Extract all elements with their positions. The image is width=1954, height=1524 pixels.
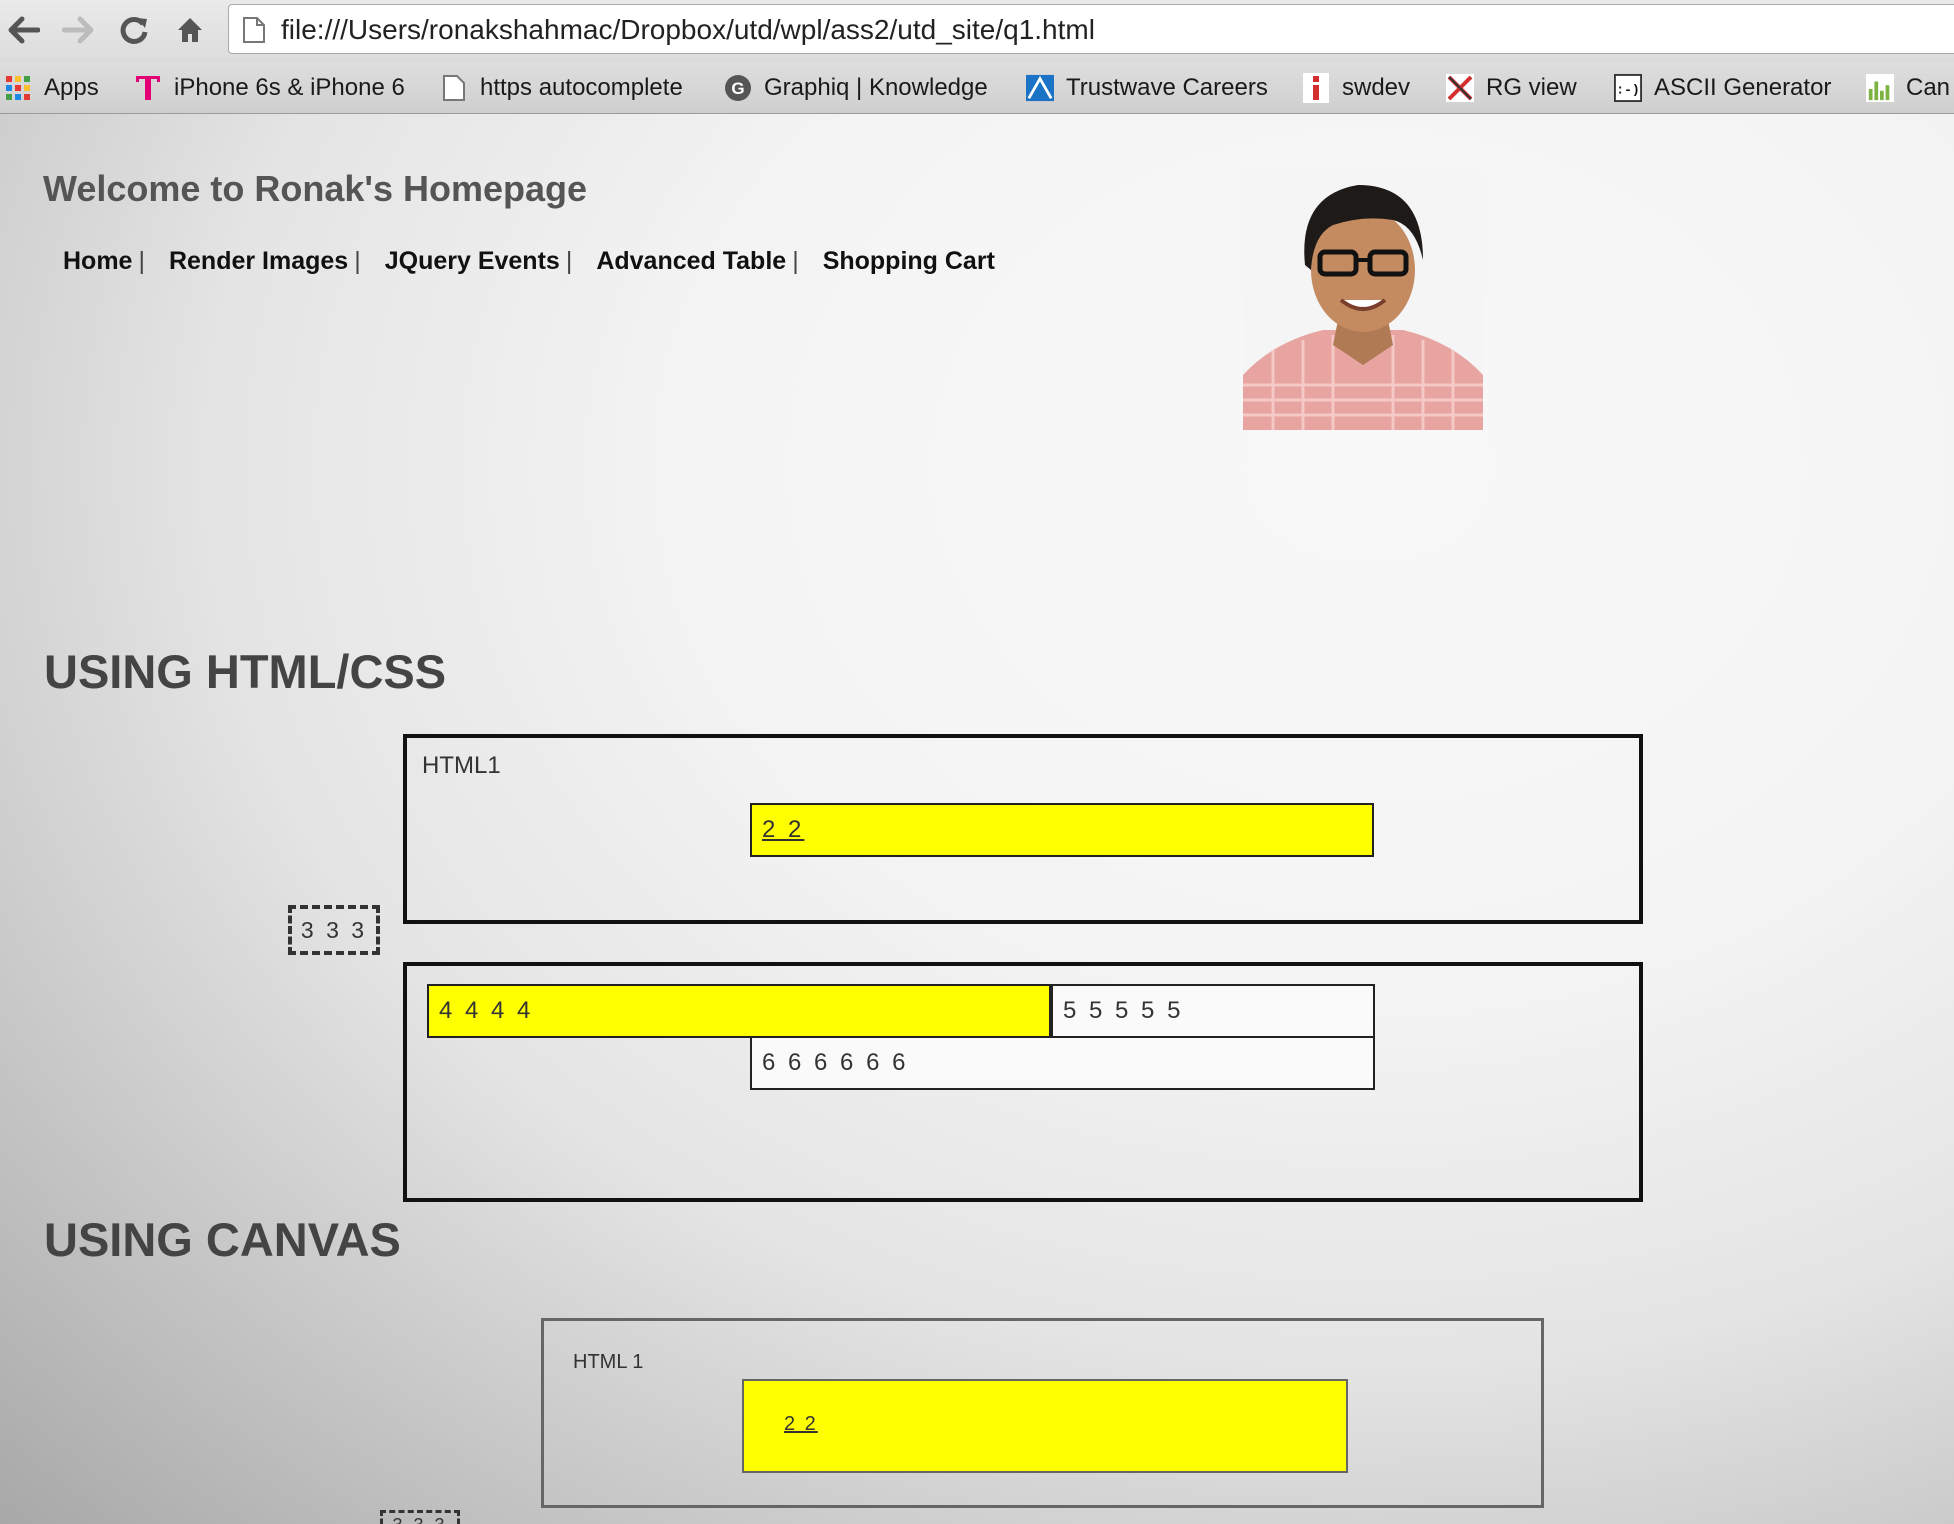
- nav-jquery-events[interactable]: JQuery Events: [385, 247, 560, 275]
- back-arrow-icon: [8, 16, 40, 44]
- bookmark-label: swdev: [1342, 74, 1411, 101]
- html-div1-label: HTML1: [422, 752, 501, 779]
- home-button[interactable]: [168, 8, 212, 52]
- nav-separator: |: [792, 247, 799, 275]
- ascii-icon: :-): [1614, 74, 1642, 102]
- home-icon: [178, 18, 202, 42]
- html-div2-box: 4 4 4 4 5 5 5 5 5 6 6 6 6 6 6: [403, 962, 1643, 1202]
- bookmark-label: Graphiq | Knowledge: [764, 74, 988, 101]
- page-content: Welcome to Ronak's Homepage Home | Render …: [0, 114, 1954, 1524]
- canvas-div1-box: HTML 1 2 2: [541, 1318, 1544, 1508]
- apps-grid-icon: [4, 74, 32, 102]
- site-nav: Home | Render Images | JQuery Events | Advance…: [63, 247, 995, 276]
- bookmark-label: Apps: [44, 74, 99, 101]
- html-cell-5: 5 5 5 5 5: [1051, 984, 1375, 1038]
- bookmark-apps[interactable]: Apps: [4, 70, 99, 106]
- url-text: file:///Users/ronakshahmac/Dropbox/utd/w…: [281, 14, 1095, 45]
- canvas-cell-2-text: 2 2: [784, 1413, 818, 1435]
- html-cell-6: 6 6 6 6 6 6: [750, 1036, 1375, 1090]
- html-cell-6-text: 6 6 6 6 6 6: [762, 1049, 909, 1076]
- reload-icon: [120, 16, 148, 44]
- html-cell-4: 4 4 4 4: [427, 984, 1051, 1038]
- graphiq-icon: G: [724, 74, 752, 102]
- page-icon: [243, 17, 265, 43]
- tmobile-icon: [134, 74, 162, 102]
- canvas-div1-label: HTML 1: [573, 1351, 644, 1373]
- address-bar[interactable]: file:///Users/ronakshahmac/Dropbox/utd/w…: [228, 4, 1954, 54]
- browser-toolbar: file:///Users/ronakshahmac/Dropbox/utd/w…: [0, 0, 1954, 62]
- site-title: Welcome to Ronak's Homepage: [43, 168, 588, 209]
- svg-text::-): :-): [1616, 83, 1640, 98]
- nav-separator: |: [565, 247, 573, 275]
- canvas-section-heading: USING CANVAS: [44, 1213, 401, 1266]
- bookmark-rg-view[interactable]: RG view: [1446, 70, 1577, 106]
- forward-button[interactable]: [56, 8, 100, 52]
- bookmark-iphone[interactable]: iPhone 6s & iPhone 6: [134, 70, 410, 106]
- bookmark-trustwave[interactable]: Trustwave Careers: [1026, 70, 1268, 106]
- nav-shopping-cart[interactable]: Shopping Cart: [823, 247, 995, 275]
- canvas-cell-3-text: 3 3 3: [392, 1515, 447, 1524]
- bookmark-label: https autocomplete: [480, 74, 683, 101]
- html-div1-box: HTML1 2 2: [403, 734, 1643, 924]
- nav-home[interactable]: Home: [63, 247, 132, 275]
- bookmark-ascii-generator[interactable]: :-) ASCII Generator: [1614, 70, 1831, 106]
- forward-arrow-icon: [62, 16, 94, 44]
- bookmark-label: Trustwave Careers: [1066, 74, 1268, 101]
- html-cell-3: 3 3 3: [288, 905, 380, 955]
- back-button[interactable]: [2, 8, 46, 52]
- trustwave-icon: [1026, 74, 1054, 102]
- nav-separator: |: [138, 247, 145, 275]
- html-cell-2-text: 2 2: [762, 816, 805, 843]
- bookmark-label: iPhone 6s & iPhone 6: [174, 74, 405, 101]
- html-cell-2: 2 2: [750, 803, 1374, 857]
- info-icon: [1302, 73, 1330, 103]
- bookmark-https-autocomplete[interactable]: https autocomplete: [440, 70, 683, 106]
- bookmarks-bar: Apps iPhone 6s & iPhone 6 https autocomp…: [0, 62, 1954, 114]
- bookmark-can[interactable]: Can: [1866, 70, 1954, 106]
- html-cell-5-text: 5 5 5 5 5: [1063, 997, 1184, 1024]
- reload-button[interactable]: [112, 8, 156, 52]
- html-cell-3-text: 3 3 3: [300, 916, 368, 943]
- profile-photo: [1243, 170, 1483, 430]
- bookmark-label: ASCII Generator: [1654, 74, 1832, 101]
- html-section-heading: USING HTML/CSS: [44, 645, 447, 698]
- canvas-cell-3: 3 3 3: [380, 1510, 460, 1524]
- nav-advanced-table[interactable]: Advanced Table: [596, 247, 786, 275]
- bookmark-swdev[interactable]: swdev: [1302, 70, 1410, 106]
- rg-icon: [1446, 74, 1474, 102]
- chart-icon: [1866, 74, 1894, 102]
- svg-text:G: G: [731, 79, 744, 98]
- nav-separator: |: [354, 247, 361, 275]
- bookmark-label: Can: [1906, 74, 1951, 101]
- page-icon: [440, 74, 468, 102]
- bookmark-graphiq[interactable]: G Graphiq | Knowledge: [724, 70, 1000, 106]
- canvas-cell-2: 2 2: [742, 1379, 1348, 1473]
- html-cell-4-text: 4 4 4 4: [439, 997, 534, 1024]
- nav-render-images[interactable]: Render Images: [169, 247, 348, 275]
- bookmark-label: RG view: [1486, 74, 1577, 101]
